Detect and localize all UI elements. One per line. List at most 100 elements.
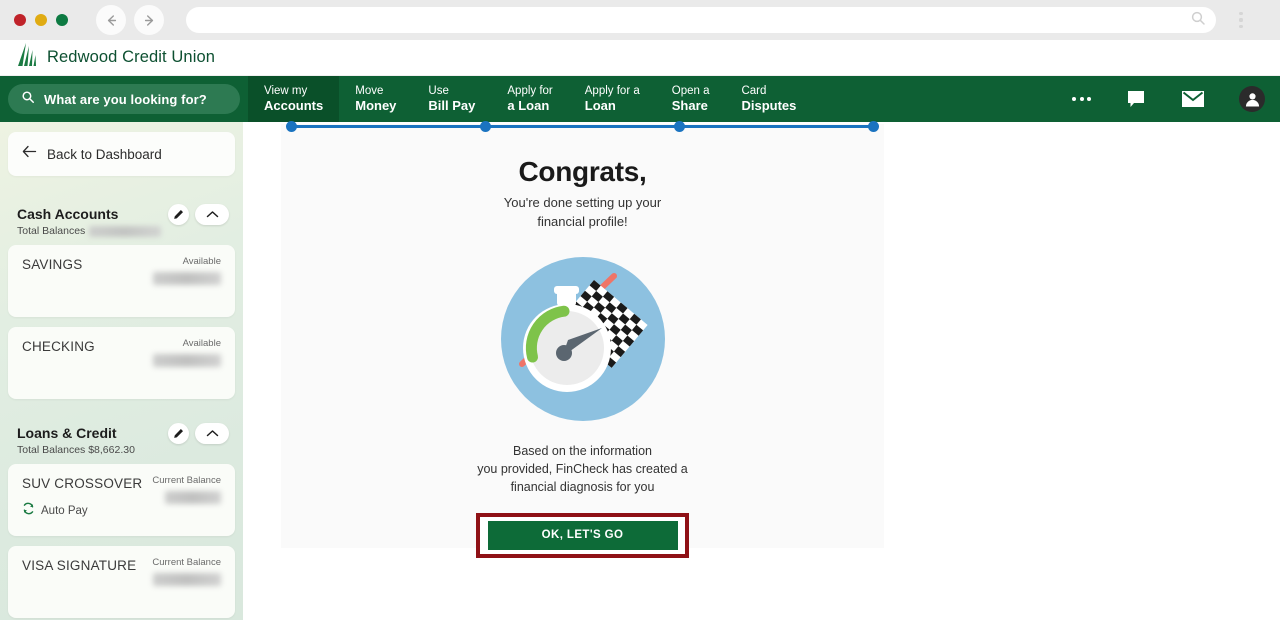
tab-open-a-share[interactable]: Open a Share	[656, 76, 726, 122]
group-total-label: Total Balances $8,662.30	[17, 444, 135, 456]
tab-line1: Card	[741, 85, 767, 98]
onboarding-card: Congrats, You're done setting up your fi…	[281, 124, 884, 558]
subtitle-line2: financial profile!	[537, 213, 628, 229]
tab-line2: Accounts	[264, 98, 324, 114]
brand-logo[interactable]: Redwood Credit Union	[16, 42, 215, 73]
back-to-dashboard-button[interactable]: Back to Dashboard	[8, 132, 235, 176]
group-header-cash-accounts: Cash Accounts Total Balances	[8, 204, 235, 245]
edit-group-button[interactable]	[168, 204, 189, 225]
account-card-suv-crossover[interactable]: SUV CROSSOVER Auto Pay Current Balance	[8, 464, 235, 536]
stopwatch-checkered-flag-illustration	[498, 254, 668, 424]
address-bar[interactable]	[186, 7, 1216, 33]
tab-line1: View my	[264, 85, 308, 98]
redacted-amount	[153, 272, 221, 285]
account-card-visa-signature[interactable]: VISA SIGNATURE Current Balance	[8, 546, 235, 618]
chat-bubble-icon[interactable]	[1125, 88, 1147, 110]
tab-line1: Use	[428, 85, 449, 98]
stepper-dot-3[interactable]	[674, 121, 685, 132]
browser-nav-arrows	[96, 5, 164, 35]
account-card-savings[interactable]: SAVINGS Available	[8, 245, 235, 317]
page-subtitle: You're done setting up your financial pr…	[281, 194, 884, 232]
page-title: Congrats,	[518, 156, 647, 187]
site-header: Redwood Credit Union	[0, 40, 1280, 76]
auto-pay-refresh-icon	[22, 502, 35, 520]
kebab-menu-icon[interactable]	[1230, 5, 1252, 35]
tab-card-disputes[interactable]: Card Disputes	[725, 76, 812, 122]
auto-pay-indicator: Auto Pay	[22, 502, 221, 520]
group-total-label: Total Balances	[17, 225, 86, 237]
global-search-wrap: What are you looking for?	[0, 76, 248, 122]
stepper-dot-2[interactable]	[480, 121, 491, 132]
user-avatar-icon[interactable]	[1239, 86, 1265, 112]
collapse-group-button[interactable]	[195, 204, 229, 225]
account-balance-block: Available	[153, 256, 221, 285]
forward-arrow-icon[interactable]	[134, 5, 164, 35]
redacted-amount	[153, 354, 221, 367]
subtitle-line1: You're done setting up your	[503, 195, 662, 210]
tab-move-money[interactable]: Move Money	[339, 76, 412, 122]
stepper-dot-1[interactable]	[286, 121, 297, 132]
progress-stepper	[281, 121, 884, 136]
body-line3: financial diagnosis for you	[510, 480, 655, 495]
nav-right-icons	[1072, 76, 1280, 122]
auto-pay-label: Auto Pay	[41, 505, 88, 517]
account-balance-caption: Current Balance	[152, 557, 221, 568]
stepper-dot-4[interactable]	[868, 121, 879, 132]
account-card-checking[interactable]: CHECKING Available	[8, 327, 235, 399]
account-balance-caption: Available	[182, 256, 221, 267]
group-actions	[168, 204, 229, 225]
tab-use-bill-pay[interactable]: Use Bill Pay	[412, 76, 491, 122]
tab-apply-for-a-loan[interactable]: Apply for a Loan	[491, 76, 568, 122]
cta-highlight-box: OK, LET'S GO	[476, 512, 689, 558]
ok-lets-go-button[interactable]: OK, LET'S GO	[487, 520, 678, 550]
diagnosis-description: Based on the information you provided, F…	[281, 442, 884, 497]
redacted-amount	[89, 225, 162, 237]
group-total-balances: Total Balances	[17, 225, 226, 237]
collapse-group-button[interactable]	[195, 423, 229, 444]
search-icon	[1190, 10, 1206, 31]
tab-line1: Apply for	[507, 85, 553, 98]
search-icon	[21, 90, 35, 109]
group-actions	[168, 423, 229, 444]
tab-line2: Bill Pay	[428, 98, 476, 114]
tab-line1: Apply for a	[584, 85, 640, 98]
edit-group-button[interactable]	[168, 423, 189, 444]
tab-line2: a Loan	[507, 98, 550, 114]
accounts-sidebar: Back to Dashboard Cash Accounts Total Ba…	[0, 122, 243, 620]
body-line1: Based on the information	[513, 443, 652, 458]
account-balance-block: Available	[153, 338, 221, 367]
body-line2: you provided, FinCheck has created a	[477, 462, 688, 477]
window-traffic-lights	[14, 14, 68, 26]
tab-view-my-accounts[interactable]: View my Accounts	[248, 76, 340, 122]
maximize-window-button[interactable]	[56, 14, 68, 26]
minimize-window-button[interactable]	[35, 14, 47, 26]
envelope-icon[interactable]	[1181, 90, 1205, 108]
global-nav-bar: What are you looking for? View my Accoun…	[0, 76, 1280, 122]
search-input[interactable]: What are you looking for?	[8, 84, 240, 114]
back-to-dashboard-label: Back to Dashboard	[47, 146, 162, 162]
nav-tabs: View my Accounts Move Money Use Bill Pay…	[248, 76, 812, 122]
browser-chrome	[0, 0, 1280, 40]
search-placeholder: What are you looking for?	[44, 91, 207, 107]
tab-line2: Loan	[584, 98, 616, 114]
tab-line1: Move	[355, 85, 384, 98]
main-content: Congrats, You're done setting up your fi…	[243, 121, 1280, 620]
more-options-icon[interactable]	[1072, 97, 1091, 101]
stepper-track	[289, 124, 876, 128]
tab-line1: Open a	[671, 85, 710, 98]
close-window-button[interactable]	[14, 14, 26, 26]
tab-line2: Money	[355, 98, 397, 114]
left-arrow-icon	[22, 145, 37, 163]
brand-name: Redwood Credit Union	[47, 48, 216, 66]
account-balance-block: Current Balance	[152, 475, 221, 504]
onboarding-content: Congrats, You're done setting up your fi…	[281, 124, 884, 558]
account-balance-block: Current Balance	[152, 557, 221, 586]
redacted-amount	[153, 573, 221, 586]
redwood-tree-logo-icon	[16, 42, 38, 73]
account-balance-caption: Available	[182, 338, 221, 349]
account-balance-caption: Current Balance	[152, 475, 221, 486]
redacted-amount	[165, 491, 221, 504]
tab-line2: Share	[671, 98, 708, 114]
back-arrow-icon[interactable]	[96, 5, 126, 35]
tab-apply-for-a-loan-2[interactable]: Apply for a Loan	[569, 76, 656, 122]
